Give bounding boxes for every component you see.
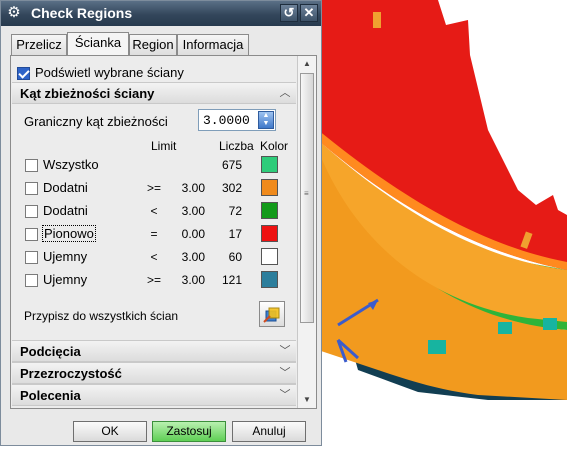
row-name: Pionowo — [42, 225, 96, 242]
row-name: Dodatni — [43, 180, 88, 195]
column-header-count: Liczba — [219, 139, 254, 153]
spin-arrows-icon[interactable]: ▲ ▼ — [258, 111, 274, 129]
row-value: 3.00 — [181, 273, 205, 287]
row-operator: = — [150, 227, 158, 241]
face-group-row: Ujemny >= 3.00 121 — [12, 269, 296, 292]
scroll-up-icon[interactable]: ▲ — [300, 57, 314, 71]
limit-angle-label: Graniczny kąt zbieżności — [24, 114, 168, 129]
dialog-title: Check Regions — [31, 5, 133, 21]
chevron-down-icon[interactable]: ﹀ — [278, 366, 292, 380]
close-icon[interactable]: ✕ — [300, 4, 318, 22]
row-count: 72 — [228, 204, 242, 218]
chevron-down-icon[interactable]: ﹀ — [278, 344, 292, 358]
row-checkbox[interactable] — [25, 205, 38, 218]
highlight-faces-checkbox[interactable] — [17, 67, 30, 80]
row-value: 0.00 — [181, 227, 205, 241]
row-value: 3.00 — [181, 250, 205, 264]
scroll-thumb[interactable]: ≡ — [300, 73, 314, 323]
gear-icon[interactable]: ⚙ — [4, 3, 24, 23]
tab-region[interactable]: Region — [129, 34, 177, 55]
cancel-button[interactable]: Anuluj — [232, 421, 306, 442]
draft-angle-body: Graniczny kąt zbieżności 3.0000 ▲ ▼ Limit… — [12, 104, 296, 340]
limit-angle-spinner[interactable]: 3.0000 ▲ ▼ — [198, 109, 276, 131]
title-bar[interactable]: ⚙ Check Regions ↺ ✕ — [1, 1, 321, 26]
row-value: 3.00 — [181, 181, 205, 195]
color-swatch[interactable] — [261, 271, 278, 288]
limit-angle-value[interactable]: 3.0000 — [203, 113, 250, 128]
color-swatch[interactable] — [261, 156, 278, 173]
row-count: 60 — [228, 250, 242, 264]
face-group-row: Wszystko 675 — [12, 154, 296, 177]
panel-scrollbar[interactable]: ▲ ≡ ▼ — [297, 56, 316, 408]
row-name: Ujemny — [43, 249, 88, 264]
row-count: 302 — [221, 181, 242, 195]
row-count: 17 — [228, 227, 242, 241]
section-transparency[interactable]: Przezroczystość ﹀ — [12, 362, 296, 384]
part-model — [318, 0, 567, 400]
assign-all-faces-button[interactable] — [259, 301, 285, 327]
row-operator: >= — [146, 273, 161, 287]
grip-icon: ≡ — [304, 189, 309, 198]
face-group-row: Ujemny < 3.00 60 — [12, 246, 296, 269]
section-draft-angle[interactable]: Kąt zbieżności ściany ︿ — [12, 82, 296, 104]
row-checkbox[interactable] — [25, 159, 38, 172]
row-operator: < — [150, 250, 158, 264]
section-commands[interactable]: Polecenia ﹀ — [12, 384, 296, 406]
chevron-up-icon[interactable]: ︿ — [278, 86, 292, 100]
row-name: Wszystko — [43, 157, 99, 172]
row-count: 675 — [221, 158, 242, 172]
section-transparency-label: Przezroczystość — [20, 366, 122, 381]
row-operator: >= — [146, 181, 161, 195]
row-checkbox[interactable] — [25, 182, 38, 195]
ok-button[interactable]: OK — [73, 421, 147, 442]
face-group-row: Dodatni < 3.00 72 — [12, 200, 296, 223]
paint-faces-icon — [263, 307, 280, 323]
scroll-down-icon[interactable]: ▼ — [300, 393, 314, 407]
row-value: 3.00 — [181, 204, 205, 218]
face-group-row: Pionowo = 0.00 17 — [12, 223, 296, 246]
assign-all-faces-label: Przypisz do wszystkich ścian — [24, 309, 179, 323]
model-viewport[interactable] — [318, 0, 567, 458]
color-swatch[interactable] — [261, 248, 278, 265]
tab-panel-scianka: Podświetl wybrane ściany Kąt zbieżności … — [10, 55, 317, 409]
tab-scianka[interactable]: Ścianka — [67, 32, 129, 55]
check-regions-dialog: ⚙ Check Regions ↺ ✕ Przelicz Ścianka Reg… — [0, 0, 322, 446]
tab-przelicz[interactable]: Przelicz — [11, 34, 67, 55]
row-operator: < — [150, 204, 158, 218]
row-checkbox[interactable] — [25, 274, 38, 287]
section-undercuts-label: Podcięcia — [20, 344, 81, 359]
section-undercuts[interactable]: Podcięcia ﹀ — [12, 340, 296, 362]
section-commands-label: Polecenia — [20, 388, 81, 403]
tab-informacja[interactable]: Informacja — [177, 34, 249, 55]
row-count: 121 — [221, 273, 242, 287]
color-swatch[interactable] — [261, 179, 278, 196]
column-header-limit: Limit — [151, 139, 177, 153]
row-name: Ujemny — [43, 272, 88, 287]
chevron-down-icon[interactable]: ﹀ — [278, 388, 292, 402]
row-checkbox[interactable] — [25, 251, 38, 264]
column-header-color: Kolor — [260, 139, 289, 153]
row-name: Dodatni — [43, 203, 88, 218]
row-checkbox[interactable] — [25, 228, 38, 241]
reset-icon[interactable]: ↺ — [280, 4, 298, 22]
face-group-row: Dodatni >= 3.00 302 — [12, 177, 296, 200]
highlight-faces-label: Podświetl wybrane ściany — [35, 65, 184, 80]
color-swatch[interactable] — [261, 225, 278, 242]
apply-button[interactable]: Zastosuj — [152, 421, 226, 442]
section-draft-angle-label: Kąt zbieżności ściany — [20, 86, 155, 101]
color-swatch[interactable] — [261, 202, 278, 219]
